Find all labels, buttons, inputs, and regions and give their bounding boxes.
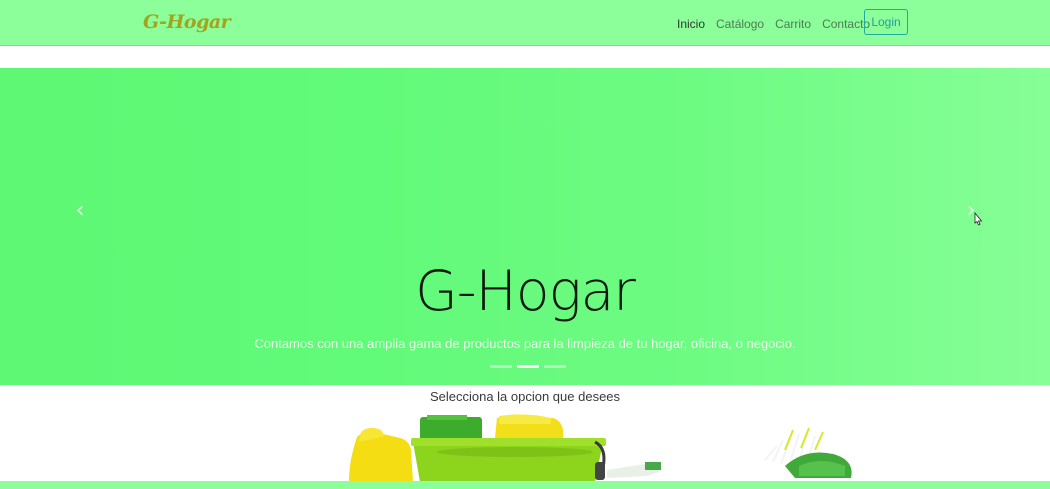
chevron-right-icon: › [966, 198, 976, 223]
carousel-indicator-3[interactable] [544, 365, 566, 368]
scrub-brush-image[interactable] [755, 420, 865, 482]
nav-link-catalogo[interactable]: Catálogo [716, 17, 764, 31]
navbar: G-Hogar Inicio Catálogo Carrito Contacto… [0, 0, 1050, 46]
nav-links: Inicio Catálogo Carrito Contacto [677, 17, 870, 31]
scrub-brush-illustration [764, 427, 852, 478]
cleaning-supplies-image[interactable] [345, 412, 665, 482]
carousel-next-button[interactable]: › [956, 198, 986, 224]
hero-title: G-Hogar [415, 259, 636, 323]
carousel-indicator-1[interactable] [490, 365, 512, 368]
carousel-prev-button[interactable]: ‹ [65, 198, 95, 224]
chevron-left-icon: ‹ [75, 198, 85, 223]
cleaning-bucket-illustration [349, 414, 661, 482]
nav-link-carrito[interactable]: Carrito [775, 17, 811, 31]
nav-link-contacto[interactable]: Contacto [822, 17, 870, 31]
hero-carousel: ‹ › G-Hogar Contamos con una amplia gama… [0, 68, 1050, 385]
carousel-indicators [490, 365, 566, 368]
hero-subtitle: Contamos con una amplia gama de producto… [254, 336, 796, 351]
carousel-indicator-2[interactable] [517, 365, 539, 368]
section-caption: Selecciona la opcion que desees [429, 389, 621, 404]
brand-logo[interactable]: G-Hogar [143, 11, 231, 33]
nav-link-inicio[interactable]: Inicio [677, 17, 705, 31]
login-button[interactable]: Login [864, 9, 908, 35]
footer-strip [0, 481, 1050, 489]
